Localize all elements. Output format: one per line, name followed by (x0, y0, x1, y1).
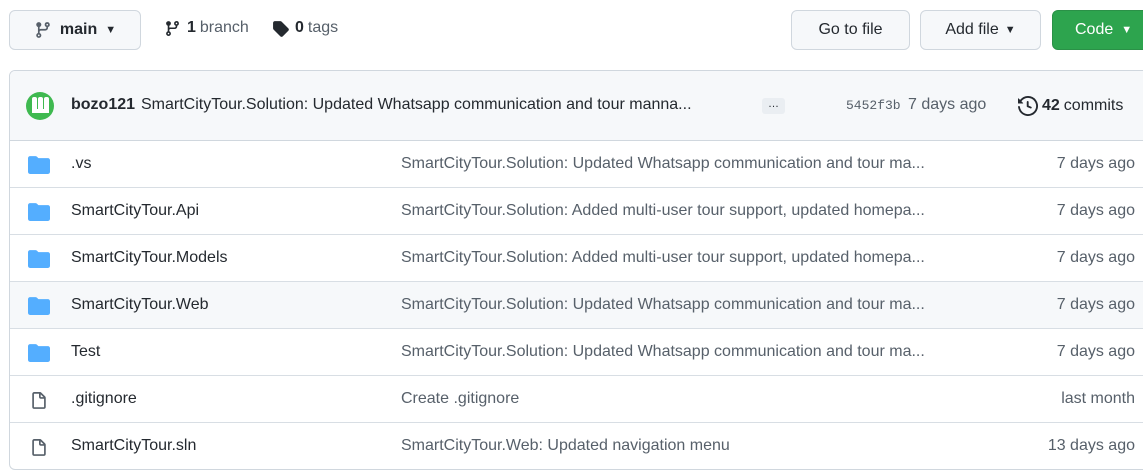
file-commit-age: last month (1061, 390, 1135, 407)
code-label: Code (1075, 21, 1114, 38)
branch-select-button[interactable]: main ▼ (9, 10, 141, 50)
tag-count: 0 (295, 19, 304, 36)
tags-link[interactable]: 0 tags (272, 19, 338, 37)
caret-down-icon: ▼ (105, 24, 117, 36)
latest-commit-bar: bozo121 SmartCityTour.Solution: Updated … (10, 71, 1143, 141)
commit-message-link[interactable]: SmartCityTour.Solution: Updated Whatsapp… (141, 96, 692, 114)
commit-word: commits (1063, 97, 1124, 114)
file-row[interactable]: .gitignore Create .gitignore last month (10, 376, 1143, 423)
caret-down-icon: ▼ (1004, 24, 1016, 36)
add-file-label: Add file (945, 21, 999, 38)
file-row[interactable]: Test SmartCityTour.Solution: Updated What… (10, 329, 1143, 376)
go-to-file-label: Go to file (818, 21, 883, 38)
file-name-link[interactable]: SmartCityTour.Api (71, 202, 199, 220)
file-browser: bozo121 SmartCityTour.Solution: Updated … (9, 70, 1143, 470)
avatar[interactable] (26, 92, 54, 120)
caret-down-icon: ▼ (1121, 24, 1133, 36)
file-commit-age: 7 days ago (1056, 343, 1135, 360)
folder-icon (28, 156, 50, 178)
branch-count: 1 (187, 19, 196, 36)
folder-icon (28, 250, 50, 272)
branch-word: branch (199, 19, 249, 36)
file-commit-message-link[interactable]: SmartCityTour.Solution: Updated Whatsapp… (401, 155, 925, 173)
file-commit-message-link[interactable]: SmartCityTour.Solution: Updated Whatsapp… (401, 296, 925, 314)
branch-name: main (59, 21, 98, 38)
repo-toolbar: main ▼ 1 branch 0 tags Go to file Add fi… (0, 0, 1143, 60)
add-file-button[interactable]: Add file ▼ (920, 10, 1041, 50)
folder-icon (28, 297, 50, 319)
commit-count: 42 (1042, 97, 1060, 114)
tag-word: tags (307, 19, 339, 36)
file-commit-message-link[interactable]: SmartCityTour.Solution: Added multi-user… (401, 202, 925, 220)
file-commit-age: 7 days ago (1056, 249, 1135, 266)
history-icon (1018, 96, 1038, 116)
file-name-link[interactable]: .vs (71, 155, 91, 173)
file-name-link[interactable]: Test (71, 343, 100, 361)
code-button[interactable]: Code ▼ (1052, 10, 1143, 50)
commit-sha-link[interactable]: 5452f3b (846, 98, 901, 113)
folder-icon (28, 344, 50, 366)
file-commit-age: 13 days ago (1047, 437, 1135, 454)
folder-icon (28, 203, 50, 225)
tag-icon (273, 20, 289, 37)
git-branch-icon (36, 22, 50, 38)
file-commit-message-link[interactable]: SmartCityTour.Web: Updated navigation me… (401, 437, 730, 455)
file-row[interactable]: SmartCityTour.sln SmartCityTour.Web: Upda… (10, 423, 1143, 469)
commit-author-link[interactable]: bozo121 (71, 96, 135, 114)
file-row[interactable]: .vs SmartCityTour.Solution: Updated Whats… (10, 141, 1143, 188)
file-row[interactable]: SmartCityTour.Web SmartCityTour.Solution:… (10, 282, 1143, 329)
file-list: .vs SmartCityTour.Solution: Updated Whats… (10, 141, 1143, 469)
file-icon (30, 438, 48, 462)
file-row[interactable]: SmartCityTour.Models SmartCityTour.Soluti… (10, 235, 1143, 282)
file-commit-message-link[interactable]: SmartCityTour.Solution: Added multi-user… (401, 249, 925, 267)
git-branch-icon (166, 20, 179, 36)
commits-history-link[interactable]: 42 commits (1018, 96, 1123, 116)
file-row[interactable]: SmartCityTour.Api SmartCityTour.Solution:… (10, 188, 1143, 235)
file-name-link[interactable]: SmartCityTour.Models (71, 249, 228, 267)
file-name-link[interactable]: SmartCityTour.sln (71, 437, 196, 455)
file-commit-age: 7 days ago (1056, 202, 1135, 219)
file-icon (30, 391, 48, 415)
branches-link[interactable]: 1 branch (164, 19, 249, 37)
file-commit-age: 7 days ago (1056, 296, 1135, 313)
file-commit-message-link[interactable]: Create .gitignore (401, 390, 519, 408)
file-commit-age: 7 days ago (1056, 155, 1135, 172)
file-name-link[interactable]: .gitignore (71, 390, 137, 408)
file-name-link[interactable]: SmartCityTour.Web (71, 296, 209, 314)
expand-commit-message-button[interactable]: … (762, 98, 785, 114)
file-commit-message-link[interactable]: SmartCityTour.Solution: Updated Whatsapp… (401, 343, 925, 361)
go-to-file-button[interactable]: Go to file (791, 10, 910, 50)
commit-time: 7 days ago (908, 96, 987, 113)
